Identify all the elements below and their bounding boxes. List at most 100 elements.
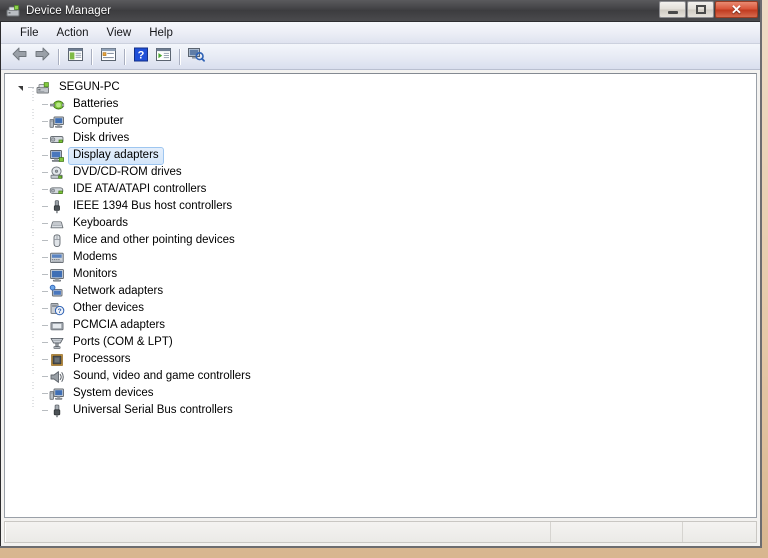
close-button[interactable]: ✕ (715, 1, 758, 18)
expand-arrow-icon[interactable] (27, 184, 42, 195)
client-area: File Action View Help ? SEGUN-PC Batteri… (0, 22, 760, 546)
ports-icon (49, 335, 65, 351)
tree-connector (42, 359, 48, 360)
properties-icon (100, 47, 117, 67)
forward-button[interactable] (31, 46, 53, 67)
scan-hardware-button[interactable] (152, 46, 174, 67)
update-driver-button[interactable] (185, 46, 207, 67)
tree-node-ports[interactable]: Ports (COM & LPT) (5, 334, 756, 351)
tree-node-label: Network adapters (73, 284, 164, 297)
forward-arrow-icon (33, 46, 51, 67)
tree-connector (42, 104, 48, 105)
tree-node-system-devices[interactable]: System devices (5, 385, 756, 402)
tree-connector (42, 240, 48, 241)
menu-action[interactable]: Action (48, 25, 98, 41)
expand-arrow-icon[interactable] (27, 354, 42, 365)
tree-node-segun-pc[interactable]: SEGUN-PC (5, 79, 756, 96)
tree-node-network-adapters[interactable]: Network adapters (5, 283, 756, 300)
close-icon: ✕ (731, 2, 742, 17)
minimize-icon (667, 10, 678, 14)
expand-arrow-icon[interactable] (27, 133, 42, 144)
expand-arrow-icon[interactable] (27, 201, 42, 212)
tree-connector (42, 291, 48, 292)
tree-node-label: IDE ATA/ATAPI controllers (73, 182, 207, 195)
tree-node-pcmcia-adapters[interactable]: PCMCIA adapters (5, 317, 756, 334)
expand-arrow-icon[interactable] (27, 116, 42, 127)
tree-node-label: Universal Serial Bus controllers (73, 403, 233, 416)
toolbar-separator-1 (58, 48, 59, 65)
back-arrow-icon (11, 46, 29, 67)
tree-node-ide-controllers[interactable]: IDE ATA/ATAPI controllers (5, 181, 756, 198)
mouse-icon (49, 233, 65, 249)
tree-node-processors[interactable]: Processors (5, 351, 756, 368)
tree-node-ieee1394[interactable]: IEEE 1394 Bus host controllers (5, 198, 756, 215)
tree-node-label: Keyboards (73, 216, 128, 229)
disk-drive-icon (49, 131, 65, 147)
back-button[interactable] (9, 46, 31, 67)
tree-connector (42, 223, 48, 224)
expand-arrow-icon[interactable] (27, 286, 42, 297)
maximize-button[interactable] (687, 1, 714, 18)
tree-connector (28, 87, 34, 88)
computer-icon (49, 114, 65, 130)
display-adapter-icon (49, 148, 65, 164)
desktop-background: Device Manager ✕ File Action View Help ?… (0, 0, 768, 558)
minimize-button[interactable] (659, 1, 686, 18)
tree-connector (42, 376, 48, 377)
tree-node-sound[interactable]: Sound, video and game controllers (5, 368, 756, 385)
monitor-icon (49, 267, 65, 283)
expand-arrow-open-icon[interactable] (13, 84, 28, 91)
tree-node-batteries[interactable]: Batteries (5, 96, 756, 113)
tree-node-label: Batteries (73, 97, 119, 110)
expand-arrow-icon[interactable] (27, 303, 42, 314)
toolbar-separator-3 (124, 48, 125, 65)
sound-icon (49, 369, 65, 385)
ide-controller-icon (49, 182, 65, 198)
expand-arrow-icon[interactable] (27, 320, 42, 331)
svg-text:?: ? (58, 308, 62, 315)
status-pane-main (5, 522, 551, 542)
tree-node-disk-drives[interactable]: Disk drives (5, 130, 756, 147)
expand-arrow-icon[interactable] (27, 269, 42, 280)
expand-arrow-icon[interactable] (27, 337, 42, 348)
update-driver-icon (187, 46, 205, 67)
menu-view[interactable]: View (98, 25, 141, 41)
tree-node-computer[interactable]: Computer (5, 113, 756, 130)
menu-help[interactable]: Help (140, 25, 182, 41)
expand-arrow-icon[interactable] (27, 388, 42, 399)
console-panel: SEGUN-PC Batteries Computer Disk drives … (1, 70, 760, 518)
menu-file[interactable]: File (11, 25, 48, 41)
tree-node-label: IEEE 1394 Bus host controllers (73, 199, 233, 212)
tree-node-display-adapters[interactable]: Display adapters (5, 146, 756, 165)
tree-node-monitors[interactable]: Monitors (5, 266, 756, 283)
expand-arrow-icon[interactable] (27, 167, 42, 178)
tree-node-keyboards[interactable]: Keyboards (5, 215, 756, 232)
expand-arrow-icon[interactable] (27, 235, 42, 246)
expand-arrow-icon[interactable] (27, 99, 42, 110)
tree-node-label: DVD/CD-ROM drives (73, 165, 182, 178)
dvd-cdrom-icon (49, 165, 65, 181)
tree-node-other-devices[interactable]: ? Other devices (5, 300, 756, 317)
tree-node-usb-controllers[interactable]: Universal Serial Bus controllers (5, 402, 756, 419)
show-hide-tree-button[interactable] (64, 46, 86, 67)
tree-node-mice[interactable]: Mice and other pointing devices (5, 232, 756, 249)
ieee1394-icon (49, 199, 65, 215)
status-bar (4, 521, 757, 543)
tree-connector (42, 121, 48, 122)
properties-button[interactable] (97, 46, 119, 67)
tree-node-dvd-cdrom-drives[interactable]: DVD/CD-ROM drives (5, 164, 756, 181)
tree-node-label: Computer (73, 114, 124, 127)
tree-node-modems[interactable]: Modems (5, 249, 756, 266)
expand-arrow-icon[interactable] (27, 218, 42, 229)
expand-arrow-icon[interactable] (27, 252, 42, 263)
pcmcia-icon (49, 318, 65, 334)
expand-arrow-icon[interactable] (27, 150, 42, 161)
system-devices-icon (49, 386, 65, 402)
expand-arrow-icon[interactable] (27, 371, 42, 382)
expand-arrow-icon[interactable] (27, 405, 42, 416)
modem-icon (49, 250, 65, 266)
title-bar[interactable]: Device Manager ✕ (0, 0, 760, 22)
device-tree[interactable]: SEGUN-PC Batteries Computer Disk drives … (4, 73, 757, 518)
help-button[interactable]: ? (130, 46, 152, 67)
window-title: Device Manager (26, 4, 112, 17)
